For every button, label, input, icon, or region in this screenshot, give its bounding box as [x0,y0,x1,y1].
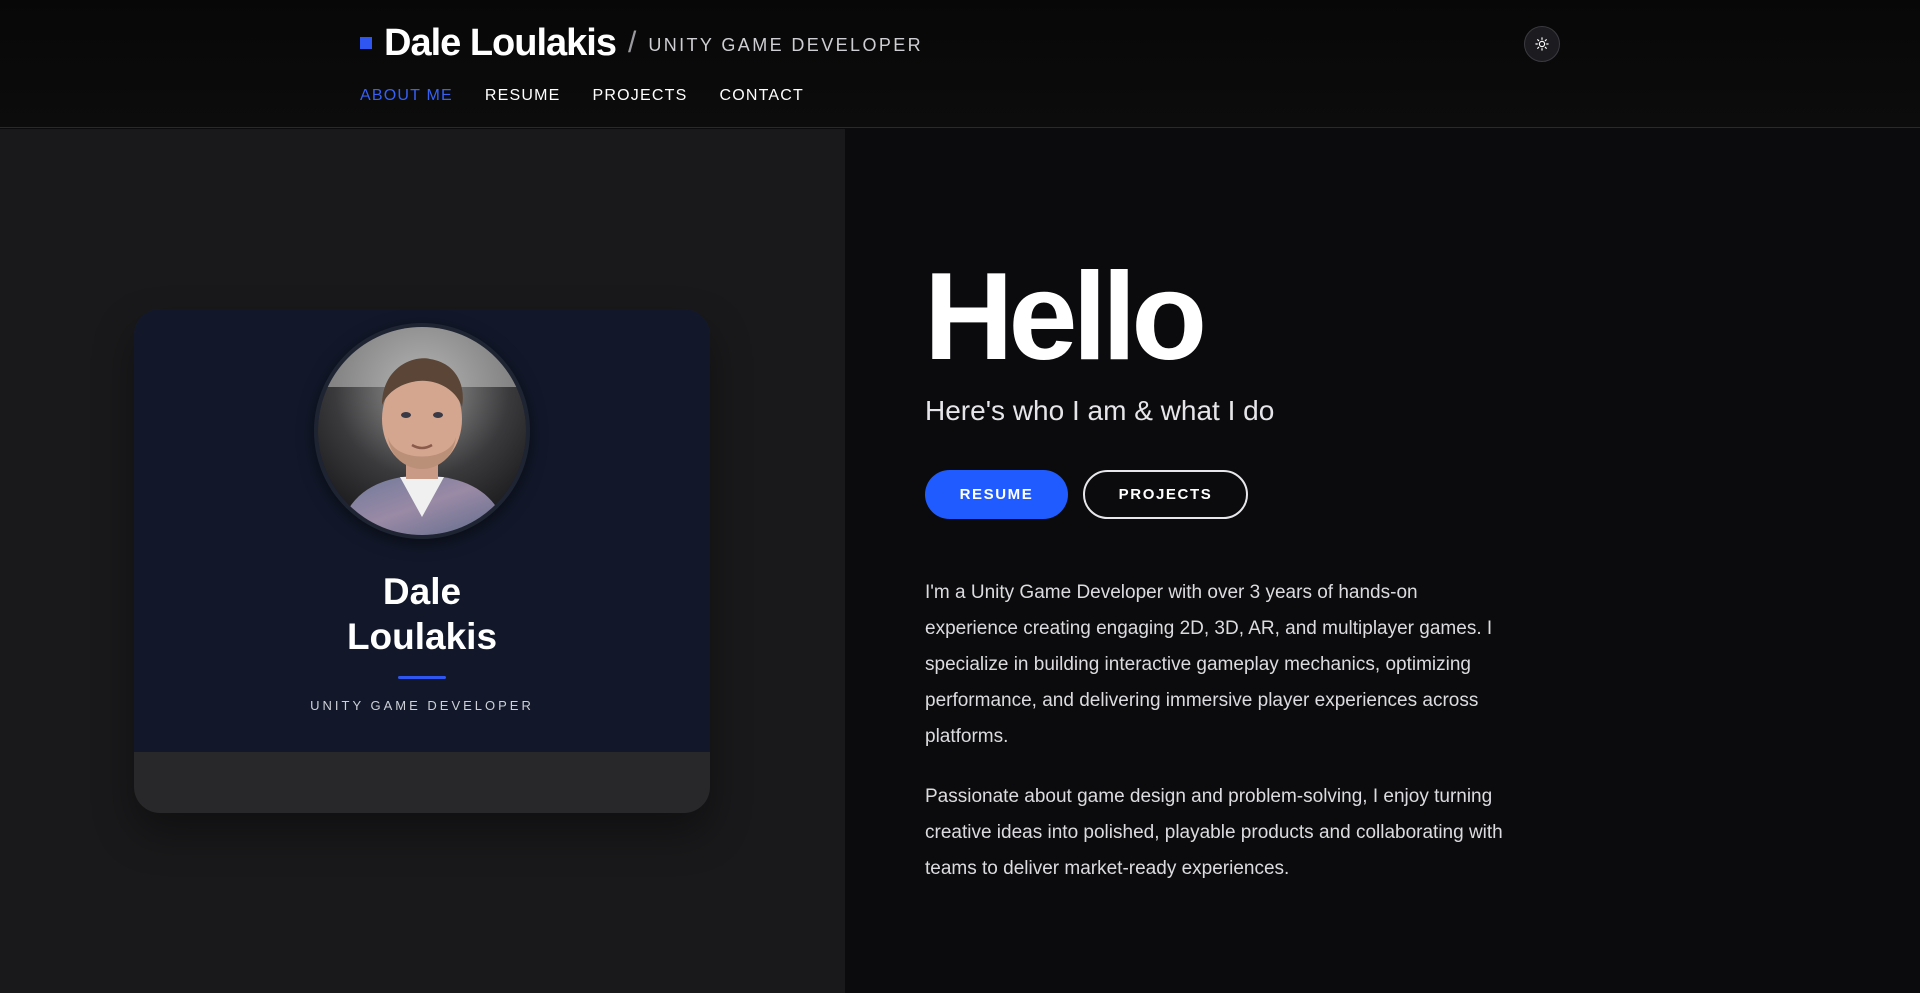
main-nav: ABOUT ME RESUME PROJECTS CONTACT [360,87,804,105]
resume-button[interactable]: RESUME [925,470,1068,519]
profile-card-header: Dale Loulakis UNITY GAME DEVELOPER [134,309,710,752]
site-header: Dale Loulakis / UNITY GAME DEVELOPER ABO… [0,0,1920,128]
brand-name[interactable]: Dale Loulakis [384,22,617,65]
profile-name-line-2: Loulakis [346,616,498,657]
hero-tagline: Here's who I am & what I do [925,395,1275,426]
bio-paragraph-1: I'm a Unity Game Developer with over 3 y… [925,582,1493,747]
profile-divider [398,676,446,679]
brand-square-icon [360,37,372,49]
sun-icon [1535,37,1549,51]
avatar [314,323,530,539]
theme-toggle-button[interactable] [1524,26,1560,62]
profile-name: Dale Loulakis [134,569,710,659]
nav-item-about-me[interactable]: ABOUT ME [360,87,453,105]
profile-name-line-1: Dale [382,571,462,612]
avatar-photo [318,327,526,535]
hero-heading: Hello [924,248,1207,386]
brand-role: UNITY GAME DEVELOPER [648,34,924,55]
brand-separator: / [627,26,637,59]
bio-paragraph-2: Passionate about game design and problem… [925,786,1503,879]
profile-role: UNITY GAME DEVELOPER [310,698,534,713]
nav-item-projects[interactable]: PROJECTS [593,87,688,105]
projects-button[interactable]: PROJECTS [1083,470,1248,519]
profile-panel: Dale Loulakis UNITY GAME DEVELOPER [0,129,845,993]
profile-card: Dale Loulakis UNITY GAME DEVELOPER [134,309,710,813]
nav-item-resume[interactable]: RESUME [485,87,561,105]
nav-item-contact[interactable]: CONTACT [719,87,804,105]
hero-panel: Hello Here's who I am & what I do RESUME… [845,129,1920,993]
brand: Dale Loulakis / UNITY GAME DEVELOPER [360,20,923,66]
